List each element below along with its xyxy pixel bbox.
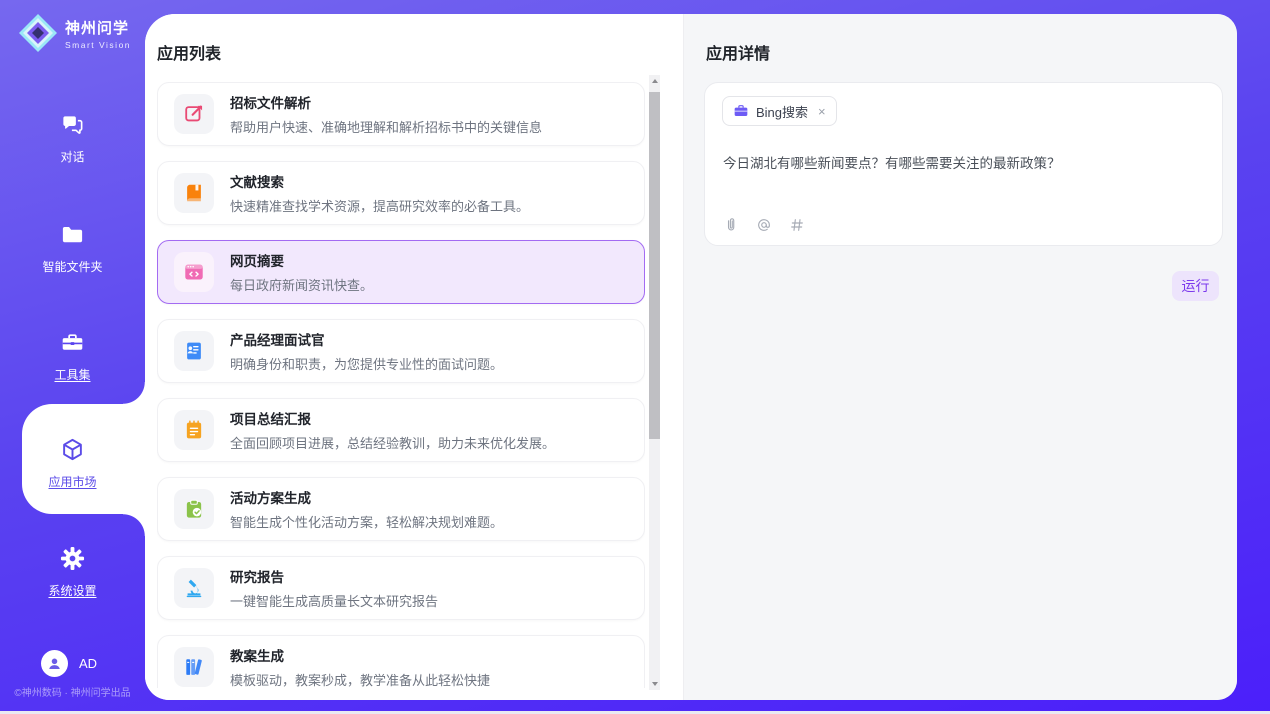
app-card[interactable]: 活动方案生成 智能生成个性化活动方案，轻松解决规划难题。 — [157, 477, 645, 541]
app-card[interactable]: 文献搜索 快速精准查找学术资源，提高研究效率的必备工具。 — [157, 161, 645, 225]
scrollbar[interactable] — [649, 75, 660, 690]
app-list-panel: 应用列表 招标文件解析 帮助用户快速、准确地理解和解析招标书中的关键信息 文献搜… — [145, 14, 683, 700]
briefcase-icon — [733, 103, 749, 119]
sidebar-item-label: 工具集 — [0, 366, 145, 383]
app-card-title: 研究报告 — [230, 566, 438, 586]
app-card-desc: 帮助用户快速、准确地理解和解析招标书中的关键信息 — [230, 117, 542, 136]
app-card-desc: 模板驱动，教案秒成，教学准备从此轻松快捷 — [230, 670, 490, 688]
browser-code-icon — [183, 261, 205, 283]
sidebar-item-label: 应用市场 — [0, 473, 145, 490]
app-detail-title: 应用详情 — [706, 40, 770, 64]
composer-card[interactable]: Bing搜索 × 今日湖北有哪些新闻要点？有哪些需要关注的最新政策？ — [704, 82, 1223, 246]
app-card[interactable]: 招标文件解析 帮助用户快速、准确地理解和解析招标书中的关键信息 — [157, 82, 645, 146]
app-card-desc: 智能生成个性化活动方案，轻松解决规划难题。 — [230, 512, 503, 531]
gear-icon — [60, 546, 85, 571]
app-card-desc: 明确身份和职责，为您提供专业性的面试问题。 — [230, 354, 503, 373]
content-shell: 应用列表 招标文件解析 帮助用户快速、准确地理解和解析招标书中的关键信息 文献搜… — [145, 14, 1237, 700]
app-card-desc: 全面回顾项目进展，总结经验教训，助力未来优化发展。 — [230, 433, 555, 452]
app-card-desc: 快速精准查找学术资源，提高研究效率的必备工具。 — [230, 196, 529, 215]
app-list: 招标文件解析 帮助用户快速、准确地理解和解析招标书中的关键信息 文献搜索 快速精… — [157, 82, 645, 688]
question-text[interactable]: 今日湖北有哪些新闻要点？有哪些需要关注的最新政策？ — [723, 152, 1061, 172]
app-card[interactable]: 产品经理面试官 明确身份和职责，为您提供专业性的面试问题。 — [157, 319, 645, 383]
tool-tag-label: Bing搜索 — [756, 102, 808, 121]
diamond-logo-icon — [18, 13, 58, 53]
composer-toolbar — [723, 217, 805, 233]
tool-tag-bing-search[interactable]: Bing搜索 × — [722, 96, 837, 126]
sidebar-item-label: 对话 — [0, 148, 145, 165]
sidebar-item-chat[interactable]: 对话 — [0, 112, 145, 165]
chat-icon — [60, 112, 85, 137]
user-initials: AD — [79, 656, 97, 671]
sidebar-item-app-market[interactable]: 应用市场 — [0, 437, 145, 490]
sidebar: 神州问学 Smart Vision 对话 智能文件夹 工具集 应用市场 系统设置… — [0, 0, 145, 714]
app-card-title: 教案生成 — [230, 645, 490, 665]
sidebar-item-smart-folder[interactable]: 智能文件夹 — [0, 222, 145, 275]
user-row[interactable]: AD — [41, 650, 97, 677]
cube-icon — [60, 437, 85, 462]
brand-name: 神州问学 — [65, 17, 131, 38]
microscope-icon — [183, 577, 205, 599]
app-list-title: 应用列表 — [157, 40, 221, 64]
app-detail-panel: 应用详情 Bing搜索 × 今日湖北有哪些新闻要点？有哪些需要关注的最新政策？ … — [683, 14, 1237, 700]
user-avatar-icon — [41, 650, 68, 677]
app-card-title: 产品经理面试官 — [230, 329, 503, 349]
sidebar-item-settings[interactable]: 系统设置 — [0, 546, 145, 599]
sidebar-item-label: 智能文件夹 — [0, 258, 145, 275]
app-card-desc: 一键智能生成高质量长文本研究报告 — [230, 591, 438, 610]
app-card[interactable]: 网页摘要 每日政府新闻资讯快查。 — [157, 240, 645, 304]
scroll-down-icon[interactable] — [649, 678, 660, 690]
paperclip-icon[interactable] — [723, 217, 739, 233]
app-card-title: 活动方案生成 — [230, 487, 503, 507]
sidebar-item-label: 系统设置 — [0, 582, 145, 599]
folder-icon — [60, 222, 85, 247]
scroll-up-icon[interactable] — [649, 75, 660, 87]
brand: 神州问学 Smart Vision — [18, 13, 131, 53]
hash-icon[interactable] — [789, 217, 805, 233]
app-window: { "brand": { "name": "神州问学", "subtitle":… — [0, 0, 1270, 714]
app-card-title: 网页摘要 — [230, 250, 373, 270]
app-card-desc: 每日政府新闻资讯快查。 — [230, 275, 373, 294]
app-card-title: 项目总结汇报 — [230, 408, 555, 428]
books-icon — [183, 656, 205, 678]
book-icon — [183, 182, 205, 204]
app-card-title: 文献搜索 — [230, 171, 529, 191]
toolbox-icon — [60, 330, 85, 355]
at-sign-icon[interactable] — [756, 217, 772, 233]
edit-square-icon — [183, 103, 205, 125]
doc-person-icon — [183, 340, 205, 362]
app-card[interactable]: 教案生成 模板驱动，教案秒成，教学准备从此轻松快捷 — [157, 635, 645, 688]
copyright-footer: ©神州数码 · 神州问学出品 — [0, 684, 145, 699]
notepad-icon — [183, 419, 205, 441]
app-card-title: 招标文件解析 — [230, 92, 542, 112]
run-button[interactable]: 运行 — [1172, 271, 1219, 301]
app-card[interactable]: 研究报告 一键智能生成高质量长文本研究报告 — [157, 556, 645, 620]
scrollbar-thumb[interactable] — [649, 92, 660, 439]
sidebar-item-toolset[interactable]: 工具集 — [0, 330, 145, 383]
clipboard-check-icon — [183, 498, 205, 520]
app-card[interactable]: 项目总结汇报 全面回顾项目进展，总结经验教训，助力未来优化发展。 — [157, 398, 645, 462]
brand-subtitle: Smart Vision — [65, 40, 131, 50]
close-icon[interactable]: × — [818, 105, 826, 118]
